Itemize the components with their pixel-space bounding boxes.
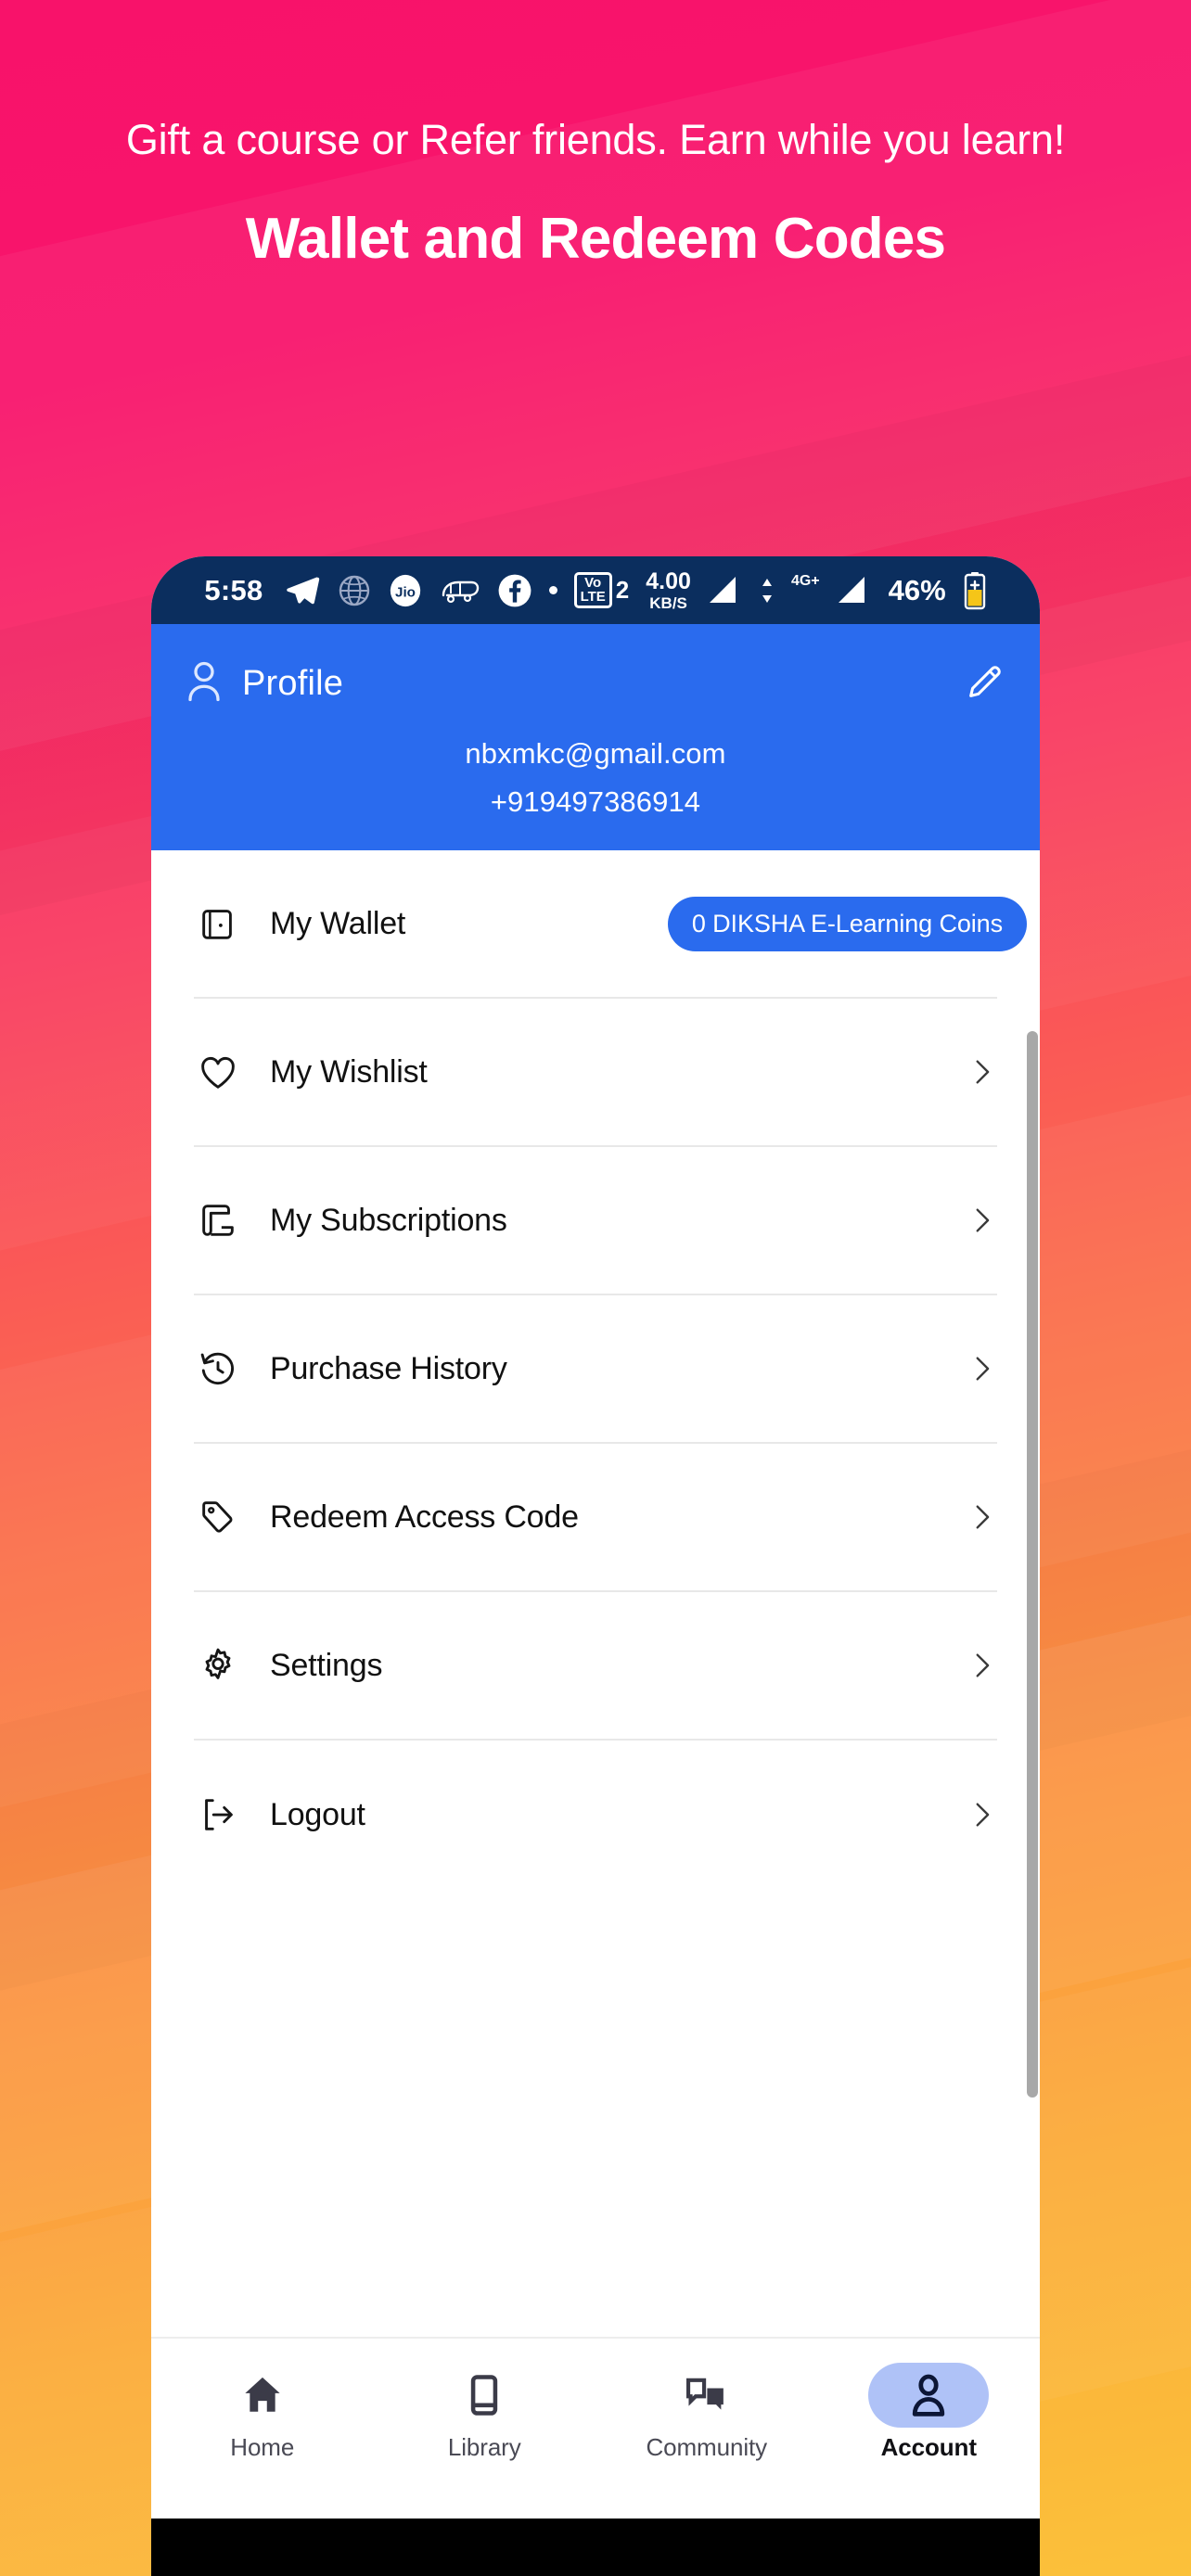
logout-icon bbox=[194, 1791, 242, 1839]
promo-subtitle: Gift a course or Refer friends. Earn whi… bbox=[125, 116, 1066, 163]
svg-text:Jio: Jio bbox=[395, 584, 416, 600]
profile-email: nbxmkc@gmail.com bbox=[465, 737, 726, 770]
data-speed-unit: KB/S bbox=[649, 593, 687, 612]
nav-item-community[interactable]: Community bbox=[596, 2363, 818, 2462]
profile-menu-list: My Wallet 0 DIKSHA E-Learning Coins My W… bbox=[151, 850, 1040, 1889]
volte-label-top: Vo bbox=[584, 575, 602, 591]
chevron-right-icon bbox=[966, 1501, 997, 1533]
phone-mockup: 5:58 Jio Vo LTE 2 4.00 KB/S 4G+ 46% Prof… bbox=[151, 556, 1040, 2576]
data-speed-indicator: 4.00 KB/S bbox=[646, 567, 691, 612]
signal-bars-icon bbox=[708, 575, 743, 606]
network-type-label: 4G+ bbox=[790, 572, 820, 589]
battery-percent-label: 46% bbox=[888, 573, 946, 606]
profile-appbar: Profile nbxmkc@gmail.com +919497386914 bbox=[151, 624, 1040, 850]
chevron-right-icon bbox=[966, 1353, 997, 1384]
menu-item-purchase-history[interactable]: Purchase History bbox=[194, 1295, 997, 1444]
data-speed-value: 4.00 bbox=[646, 567, 691, 594]
nav-item-label: Library bbox=[447, 2433, 521, 2461]
nav-item-label: Account bbox=[880, 2433, 977, 2461]
home-icon bbox=[202, 2363, 323, 2428]
facebook-icon bbox=[497, 573, 532, 608]
menu-item-my-wishlist[interactable]: My Wishlist bbox=[194, 999, 997, 1147]
signal-transfer-icon bbox=[760, 576, 775, 606]
menu-item-label: My Subscriptions bbox=[270, 1202, 507, 1238]
android-status-bar: 5:58 Jio Vo LTE 2 4.00 KB/S 4G+ 46% bbox=[151, 556, 1040, 624]
chevron-right-icon bbox=[966, 1056, 997, 1088]
chat-icon bbox=[647, 2363, 767, 2428]
dot-icon bbox=[548, 586, 557, 594]
chevron-right-icon bbox=[966, 1650, 997, 1681]
menu-item-logout[interactable]: Logout bbox=[194, 1741, 997, 1889]
volte-sim-number: 2 bbox=[615, 576, 630, 604]
globe-icon bbox=[338, 574, 371, 607]
wallet-coins-badge[interactable]: 0 DIKSHA E-Learning Coins bbox=[667, 896, 1027, 951]
gear-icon bbox=[194, 1641, 242, 1690]
menu-item-my-wallet[interactable]: My Wallet 0 DIKSHA E-Learning Coins bbox=[194, 850, 1027, 999]
signal-bars-2-icon bbox=[837, 575, 872, 606]
profile-phone: +919497386914 bbox=[490, 785, 701, 818]
promo-title: Wallet and Redeem Codes bbox=[245, 207, 946, 271]
chevron-right-icon bbox=[966, 1799, 997, 1830]
history-icon bbox=[194, 1345, 242, 1393]
battery-icon bbox=[963, 571, 987, 610]
menu-item-label: Settings bbox=[270, 1647, 383, 1683]
pencil-icon[interactable] bbox=[964, 660, 1006, 708]
wallet-icon bbox=[194, 899, 242, 948]
book-icon bbox=[424, 2363, 544, 2428]
promo-text-block: Gift a course or Refer friends. Earn whi… bbox=[0, 119, 1191, 271]
bottom-navigation-bar: Home Library Community Account bbox=[151, 2337, 1040, 2519]
scroll-icon bbox=[194, 1196, 242, 1244]
menu-item-label: Logout bbox=[270, 1796, 365, 1832]
menu-item-label: Purchase History bbox=[270, 1350, 507, 1386]
telegram-icon bbox=[284, 572, 321, 609]
volte-label-bottom: LTE bbox=[580, 589, 606, 605]
tag-icon bbox=[194, 1493, 242, 1541]
nav-item-account[interactable]: Account bbox=[818, 2363, 1041, 2462]
heart-icon bbox=[194, 1048, 242, 1096]
menu-item-my-subscriptions[interactable]: My Subscriptions bbox=[194, 1147, 997, 1295]
nav-item-home[interactable]: Home bbox=[151, 2363, 374, 2462]
menu-item-settings[interactable]: Settings bbox=[194, 1592, 997, 1741]
volte-indicator: Vo LTE 2 bbox=[573, 572, 630, 608]
menu-item-label: My Wishlist bbox=[270, 1053, 428, 1090]
status-time: 5:58 bbox=[204, 573, 263, 606]
nav-item-library[interactable]: Library bbox=[374, 2363, 596, 2462]
promo-screenshot-canvas: Gift a course or Refer friends. Earn whi… bbox=[0, 0, 1191, 2576]
chevron-right-icon bbox=[966, 1205, 997, 1236]
account-icon bbox=[868, 2363, 990, 2428]
page-title: Profile bbox=[242, 663, 344, 703]
menu-item-label: Redeem Access Code bbox=[270, 1498, 579, 1535]
user-icon bbox=[185, 659, 224, 708]
vertical-scrollbar[interactable] bbox=[1027, 1031, 1038, 2098]
bus-icon bbox=[440, 575, 480, 606]
nav-item-label: Home bbox=[230, 2433, 295, 2461]
menu-item-redeem-access-code[interactable]: Redeem Access Code bbox=[194, 1444, 997, 1592]
jio-icon: Jio bbox=[388, 573, 423, 608]
android-gesture-bar bbox=[151, 2519, 1040, 2576]
menu-item-label: My Wallet bbox=[270, 905, 406, 941]
nav-item-label: Community bbox=[646, 2433, 768, 2461]
